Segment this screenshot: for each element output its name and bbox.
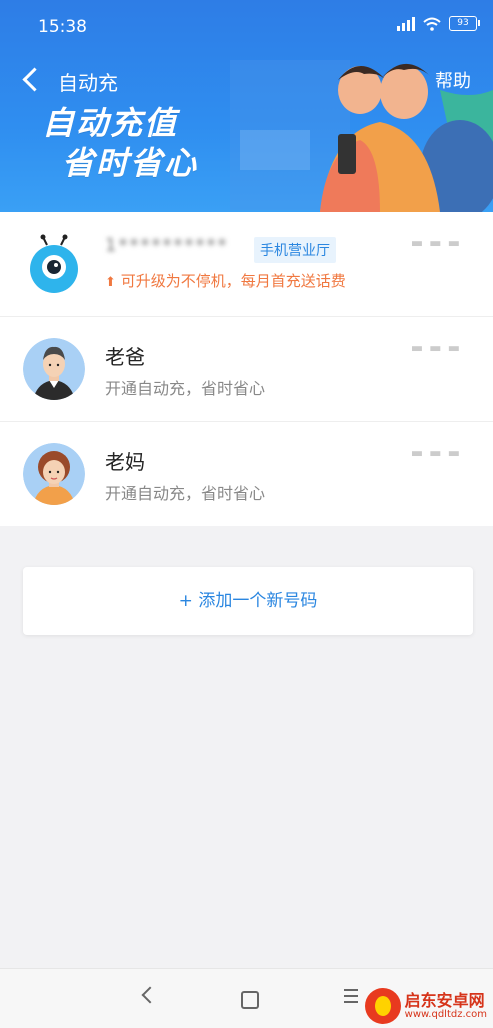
nav-bar: 自动充 帮助 bbox=[0, 58, 493, 102]
dad-avatar bbox=[23, 338, 85, 400]
watermark-logo-icon bbox=[364, 988, 401, 1024]
chevron-left-icon bbox=[141, 986, 159, 1004]
contact-name: 老爸 bbox=[105, 345, 145, 369]
more-icon[interactable]: ▬ ▬ ▬ bbox=[411, 236, 461, 251]
system-back-button[interactable] bbox=[140, 986, 159, 1004]
more-icon[interactable]: ▬ ▬ ▬ bbox=[411, 341, 461, 356]
status-bar: 15:38 93 bbox=[0, 0, 493, 50]
banner-slogan-line2: 省时省心 bbox=[62, 144, 199, 182]
mascot-avatar bbox=[23, 233, 85, 295]
contact-row-dad[interactable]: 老爸 开通自动充，省时省心 ▬ ▬ ▬ bbox=[0, 317, 493, 422]
watermark-title: 启东安卓网 bbox=[404, 990, 485, 1010]
back-button[interactable] bbox=[18, 67, 47, 92]
phone-number: 1********** bbox=[105, 235, 229, 256]
more-icon[interactable]: ▬ ▬ ▬ bbox=[411, 446, 461, 461]
system-menu-button[interactable] bbox=[344, 989, 358, 1007]
signal-icon bbox=[397, 16, 415, 31]
mom-avatar bbox=[23, 443, 85, 505]
contact-row-mom[interactable]: 老妈 开通自动充，省时省心 ▬ ▬ ▬ bbox=[0, 422, 493, 526]
system-nav-bar: 启东安卓网 www.qdltdz.com bbox=[0, 968, 493, 1028]
add-number-button[interactable]: + 添加一个新号码 bbox=[23, 567, 473, 635]
battery-icon: 93 bbox=[449, 16, 480, 31]
help-button[interactable]: 帮助 bbox=[435, 67, 471, 93]
page-title: 自动充 bbox=[58, 71, 118, 95]
watermark-url: www.qdltdz.com bbox=[404, 1009, 487, 1021]
contact-row-self[interactable]: 1********** 手机营业厅 ⬆ 可升级为不停机，每月首充送话费 ▬ ▬ … bbox=[0, 212, 493, 317]
chevron-left-icon bbox=[22, 67, 47, 92]
contact-list: 1********** 手机营业厅 ⬆ 可升级为不停机，每月首充送话费 ▬ ▬ … bbox=[0, 212, 493, 526]
header-banner: 15:38 93 自动充 帮助 自动充值 省时省心 bbox=[0, 0, 493, 212]
contact-subtitle: 开通自动充，省时省心 bbox=[105, 379, 266, 398]
upgrade-hint: ⬆ 可升级为不停机，每月首充送话费 bbox=[105, 270, 346, 291]
upgrade-hint-text: 可升级为不停机，每月首充送话费 bbox=[120, 272, 346, 290]
status-time: 15:38 bbox=[38, 17, 87, 37]
arrow-up-icon: ⬆ bbox=[105, 275, 116, 290]
service-tag: 手机营业厅 bbox=[254, 237, 336, 263]
contact-name: 老妈 bbox=[105, 450, 145, 474]
system-home-button[interactable] bbox=[241, 991, 259, 1009]
wifi-icon bbox=[423, 17, 441, 31]
contact-subtitle: 开通自动充，省时省心 bbox=[105, 484, 266, 503]
watermark: 启东安卓网 www.qdltdz.com bbox=[364, 988, 487, 1024]
